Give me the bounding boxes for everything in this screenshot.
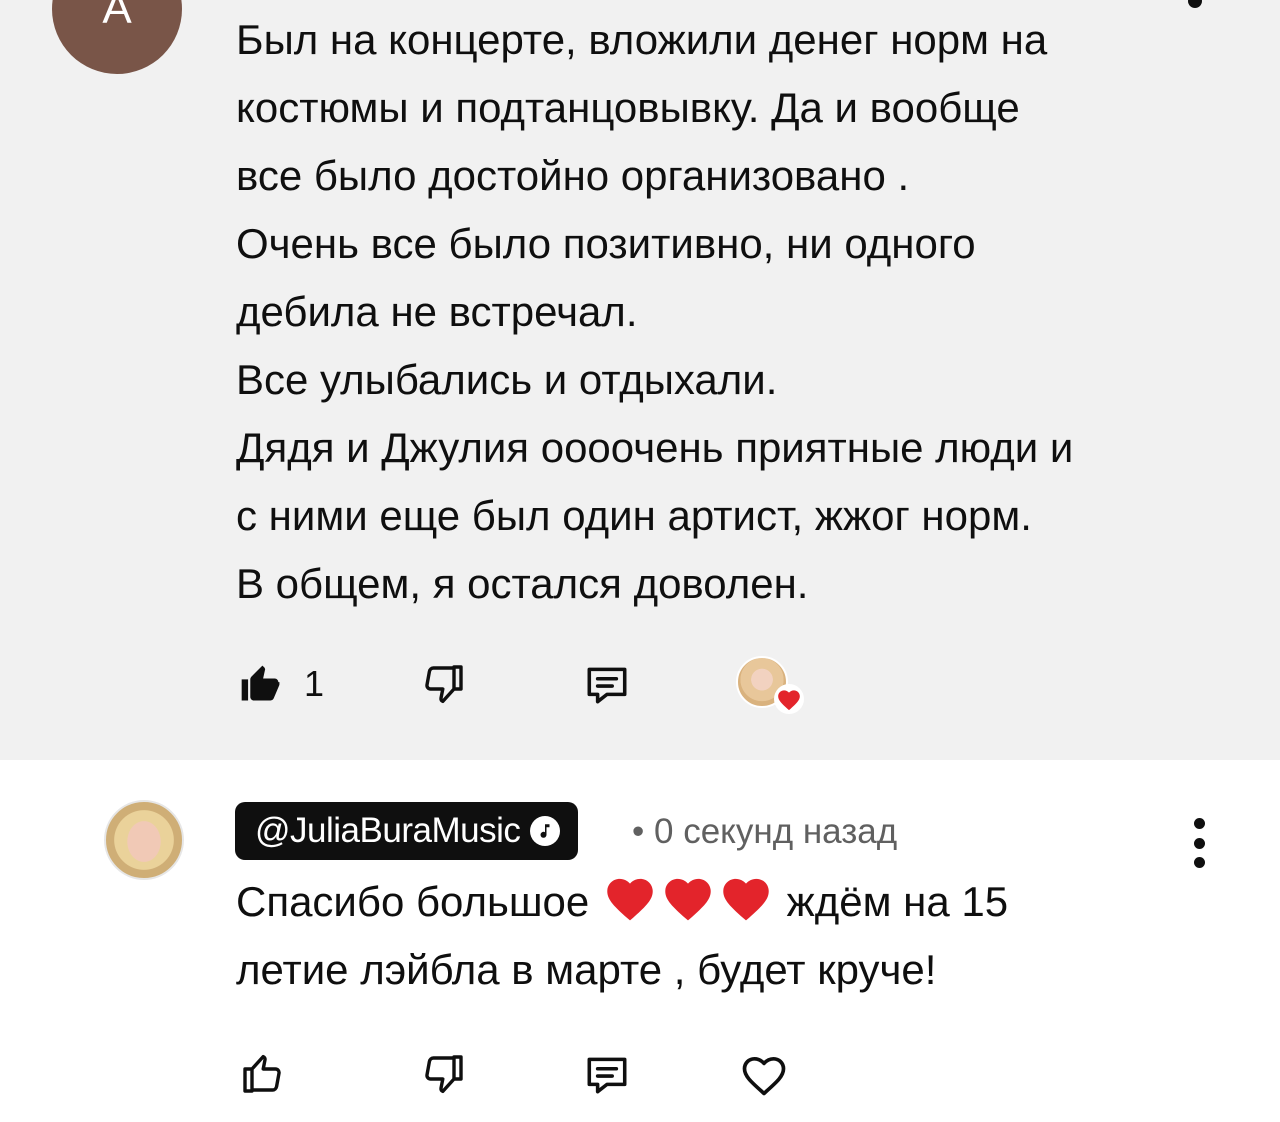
thumbs-up-filled-icon xyxy=(241,665,280,701)
comment-line: Все улыбались и отдыхали. xyxy=(236,356,778,403)
thumbs-up-icon xyxy=(243,1054,281,1093)
comment-text: Был на концерте, вложили денег норм на к… xyxy=(236,6,1246,618)
comment-line: с ними еще был один артист, жжог норм. xyxy=(236,492,1032,539)
author-handle: @JuliaBuraMusic xyxy=(255,811,521,850)
comment-line: Дядя и Джулия оооочень приятные люди и xyxy=(236,424,1074,471)
comment-text-part: Спасибо большое xyxy=(236,878,590,925)
avatar[interactable]: А xyxy=(52,0,182,74)
author-handle-badge[interactable]: @JuliaBuraMusic xyxy=(235,802,579,860)
creator-heart-icon xyxy=(774,684,804,714)
avatar[interactable] xyxy=(104,800,184,880)
separator-dot: • xyxy=(632,812,645,851)
more-vertical-icon[interactable] xyxy=(1188,818,1210,868)
creator-heart-badge[interactable] xyxy=(736,656,806,716)
comment-line: Очень все было позитивно, ни одного xyxy=(236,220,976,267)
red-heart-emoji-icon xyxy=(607,878,653,921)
comment-line: дебила не встречал. xyxy=(236,288,638,335)
reply-button[interactable] xyxy=(582,1050,632,1100)
comment-line: костюмы и подтанцовывку. Да и вообще xyxy=(236,84,1020,131)
like-button[interactable]: 1 xyxy=(238,662,324,706)
reply-comment-icon xyxy=(587,667,627,704)
music-note-verified-icon xyxy=(530,816,561,846)
red-heart-emoji-icon xyxy=(665,878,711,921)
like-button[interactable] xyxy=(238,1050,286,1098)
dislike-button[interactable] xyxy=(420,660,468,708)
thumbs-down-icon xyxy=(425,665,463,704)
comment-line: Спасибо большое ждём на 15 xyxy=(236,868,1236,936)
like-count: 1 xyxy=(304,663,325,704)
comment-highlighted: А Был на концерте, вложили денег норм на… xyxy=(0,0,1280,760)
reply-button[interactable] xyxy=(582,660,632,710)
avatar-letter: А xyxy=(102,0,132,33)
timestamp-text: 0 секунд назад xyxy=(654,812,898,851)
red-heart-emoji-icon xyxy=(723,878,769,921)
heart-outline-icon xyxy=(742,1056,786,1096)
comment-text: Спасибо большое ждём на 15 летие лэйбла … xyxy=(236,868,1236,1004)
heart-button[interactable] xyxy=(738,1050,790,1098)
comment-line: Был на концерте, вложили денег норм на xyxy=(236,16,1048,63)
comment-reply: @JuliaBuraMusic • 0 секунд назад Спасибо… xyxy=(0,760,1280,1122)
reply-comment-icon xyxy=(587,1057,627,1094)
comment-line: все было достойно организовано . xyxy=(236,152,910,199)
comment-timestamp: • 0 секунд назад xyxy=(632,812,897,852)
comment-line: летие лэйбла в марте , будет круче! xyxy=(236,946,937,993)
comment-line: В общем, я остался доволен. xyxy=(236,560,809,607)
thumbs-down-icon xyxy=(425,1055,463,1094)
comment-text-part: ждём на 15 xyxy=(786,878,1009,925)
dislike-button[interactable] xyxy=(420,1050,468,1098)
